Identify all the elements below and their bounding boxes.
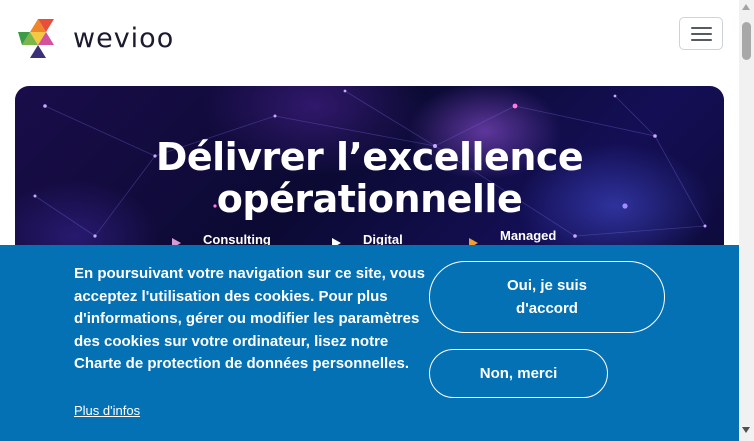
scroll-down-arrow-icon[interactable]: [742, 427, 750, 433]
vertical-scrollbar[interactable]: [739, 0, 754, 441]
cookie-consent-banner: En poursuivant votre navigation sur ce s…: [0, 245, 739, 441]
managed-link-label: Managed: [500, 228, 557, 243]
scroll-up-arrow-icon[interactable]: [742, 4, 750, 10]
cookie-message: En poursuivant votre navigation sur ce s…: [74, 265, 425, 373]
accept-cookies-label: Oui, je suis d'accord: [506, 277, 588, 317]
hero-title: Délivrer l’excellence opérationnelle: [15, 136, 724, 220]
accept-cookies-button[interactable]: Oui, je suis d'accord: [429, 261, 665, 333]
hero-title-line-1: Délivrer l’excellence: [155, 135, 584, 179]
decline-cookies-button[interactable]: Non, merci: [429, 349, 608, 398]
wevioo-logo[interactable]: wevioo: [17, 17, 174, 59]
wevioo-logo-icon: [18, 19, 54, 58]
hamburger-menu-button[interactable]: [679, 17, 723, 50]
more-info-link[interactable]: Plus d'infos: [74, 403, 140, 418]
hero-banner: Délivrer l’excellence opérationnelle Con…: [15, 86, 724, 266]
scrollbar-thumb[interactable]: [742, 22, 751, 60]
hero-title-line-2: opérationnelle: [216, 177, 523, 221]
hamburger-menu-icon: [691, 27, 712, 29]
site-header: wevioo: [0, 0, 739, 78]
brand-name: wevioo: [73, 22, 175, 54]
